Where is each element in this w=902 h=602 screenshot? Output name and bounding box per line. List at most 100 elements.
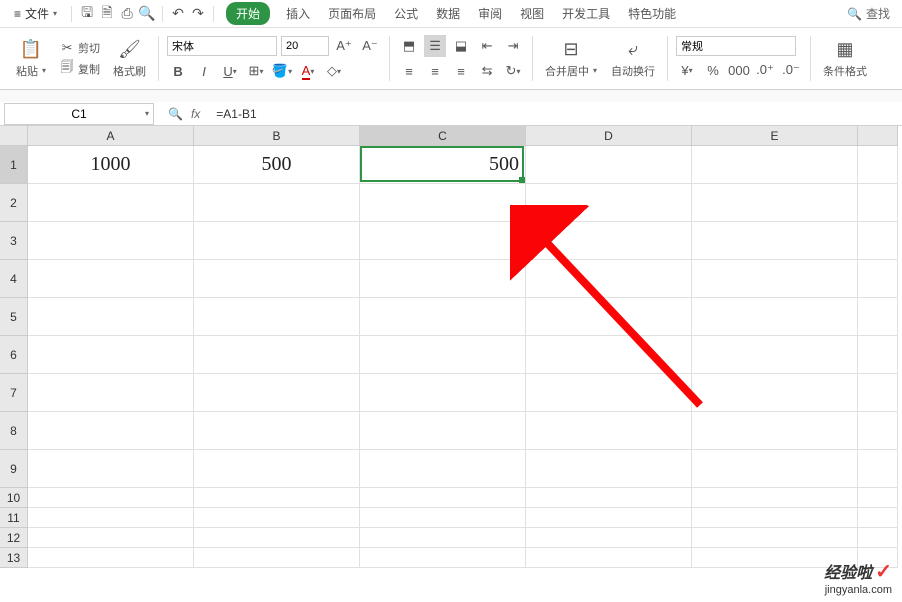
italic-button[interactable]: I — [193, 60, 215, 82]
cell-B9[interactable] — [194, 450, 360, 488]
cut-button[interactable]: ✂剪切 — [56, 39, 103, 57]
cell-A3[interactable] — [28, 222, 194, 260]
cell-D2[interactable] — [526, 184, 692, 222]
font-name-select[interactable] — [167, 36, 277, 56]
tab-dev[interactable]: 开发工具 — [554, 3, 618, 24]
cell-partial[interactable] — [858, 450, 898, 488]
cell-D10[interactable] — [526, 488, 692, 508]
cell-C10[interactable] — [360, 488, 526, 508]
row-header-9[interactable]: 9 — [0, 450, 28, 488]
column-header-D[interactable]: D — [526, 126, 692, 146]
cell-B5[interactable] — [194, 298, 360, 336]
undo-icon[interactable]: ↶ — [169, 5, 187, 23]
cell-B11[interactable] — [194, 508, 360, 528]
column-header-A[interactable]: A — [28, 126, 194, 146]
cell-E12[interactable] — [692, 528, 858, 548]
search-fx-icon[interactable]: 🔍 — [168, 107, 183, 121]
cell-C2[interactable] — [360, 184, 526, 222]
cell-B13[interactable] — [194, 548, 360, 568]
cell-B12[interactable] — [194, 528, 360, 548]
cell-partial[interactable] — [858, 298, 898, 336]
cell-A8[interactable] — [28, 412, 194, 450]
tab-view[interactable]: 视图 — [512, 3, 552, 24]
file-menu[interactable]: ≡ 文件 ▾ — [6, 3, 65, 24]
row-header-10[interactable]: 10 — [0, 488, 28, 508]
cell-partial[interactable] — [858, 146, 898, 184]
cond-format-button[interactable]: ▦ 条件格式 — [819, 37, 871, 81]
tab-special[interactable]: 特色功能 — [620, 3, 684, 24]
column-header-partial[interactable] — [858, 126, 898, 146]
redo-icon[interactable]: ↷ — [189, 5, 207, 23]
align-center-button[interactable]: ≡ — [424, 60, 446, 82]
cell-A5[interactable] — [28, 298, 194, 336]
print-icon[interactable]: ⎙ — [118, 5, 136, 23]
name-box-input[interactable] — [5, 107, 153, 121]
decrease-font-button[interactable]: A⁻ — [359, 35, 381, 57]
cell-D6[interactable] — [526, 336, 692, 374]
align-middle-button[interactable]: ☰ — [424, 35, 446, 57]
cell-E9[interactable] — [692, 450, 858, 488]
inc-decimal-button[interactable]: .0⁺ — [754, 59, 776, 81]
cell-C9[interactable] — [360, 450, 526, 488]
column-header-C[interactable]: C — [360, 126, 526, 146]
saveas-icon[interactable]: 🗎 — [98, 5, 116, 23]
cell-B1[interactable]: 500 — [194, 146, 360, 184]
cell-D4[interactable] — [526, 260, 692, 298]
increase-font-button[interactable]: A⁺ — [333, 35, 355, 57]
tab-layout[interactable]: 页面布局 — [320, 3, 384, 24]
cell-D1[interactable] — [526, 146, 692, 184]
bold-button[interactable]: B — [167, 60, 189, 82]
preview-icon[interactable]: 🔍 — [138, 5, 156, 23]
row-header-3[interactable]: 3 — [0, 222, 28, 260]
row-header-1[interactable]: 1 — [0, 146, 28, 184]
cell-partial[interactable] — [858, 222, 898, 260]
cell-A2[interactable] — [28, 184, 194, 222]
row-header-13[interactable]: 13 — [0, 548, 28, 568]
column-header-B[interactable]: B — [194, 126, 360, 146]
cell-A12[interactable] — [28, 528, 194, 548]
row-header-7[interactable]: 7 — [0, 374, 28, 412]
cell-C8[interactable] — [360, 412, 526, 450]
row-header-2[interactable]: 2 — [0, 184, 28, 222]
tab-start[interactable]: 开始 — [226, 2, 270, 25]
cell-C3[interactable] — [360, 222, 526, 260]
cell-C13[interactable] — [360, 548, 526, 568]
cell-D9[interactable] — [526, 450, 692, 488]
cell-B6[interactable] — [194, 336, 360, 374]
distribute-button[interactable]: ⇆ — [476, 60, 498, 82]
cell-D5[interactable] — [526, 298, 692, 336]
cell-D3[interactable] — [526, 222, 692, 260]
cell-partial[interactable] — [858, 260, 898, 298]
row-header-4[interactable]: 4 — [0, 260, 28, 298]
wrap-button[interactable]: ⤶ 自动换行 — [607, 37, 659, 81]
paste-button[interactable]: 📋 粘贴▾ — [12, 37, 50, 81]
tab-insert[interactable]: 插入 — [278, 3, 318, 24]
cell-D11[interactable] — [526, 508, 692, 528]
cell-D8[interactable] — [526, 412, 692, 450]
save-icon[interactable]: 🖫 — [78, 5, 96, 23]
currency-button[interactable]: ¥▾ — [676, 59, 698, 81]
percent-button[interactable]: % — [702, 59, 724, 81]
cell-A13[interactable] — [28, 548, 194, 568]
column-header-E[interactable]: E — [692, 126, 858, 146]
row-header-11[interactable]: 11 — [0, 508, 28, 528]
cell-C11[interactable] — [360, 508, 526, 528]
comma-button[interactable]: 000 — [728, 59, 750, 81]
cell-C5[interactable] — [360, 298, 526, 336]
align-top-button[interactable]: ⬒ — [398, 35, 420, 57]
tab-data[interactable]: 数据 — [428, 3, 468, 24]
font-size-select[interactable] — [281, 36, 329, 56]
indent-left-button[interactable]: ⇤ — [476, 35, 498, 57]
orientation-button[interactable]: ↻▾ — [502, 60, 524, 82]
cell-D7[interactable] — [526, 374, 692, 412]
cell-D13[interactable] — [526, 548, 692, 568]
cell-E1[interactable] — [692, 146, 858, 184]
cell-partial[interactable] — [858, 412, 898, 450]
cell-E7[interactable] — [692, 374, 858, 412]
row-header-5[interactable]: 5 — [0, 298, 28, 336]
search-button[interactable]: 🔍 查找 — [841, 3, 896, 24]
name-box[interactable]: ▾ — [4, 103, 154, 125]
select-all-corner[interactable] — [0, 126, 28, 146]
copy-button[interactable]: 🗐复制 — [56, 60, 103, 78]
cell-partial[interactable] — [858, 528, 898, 548]
